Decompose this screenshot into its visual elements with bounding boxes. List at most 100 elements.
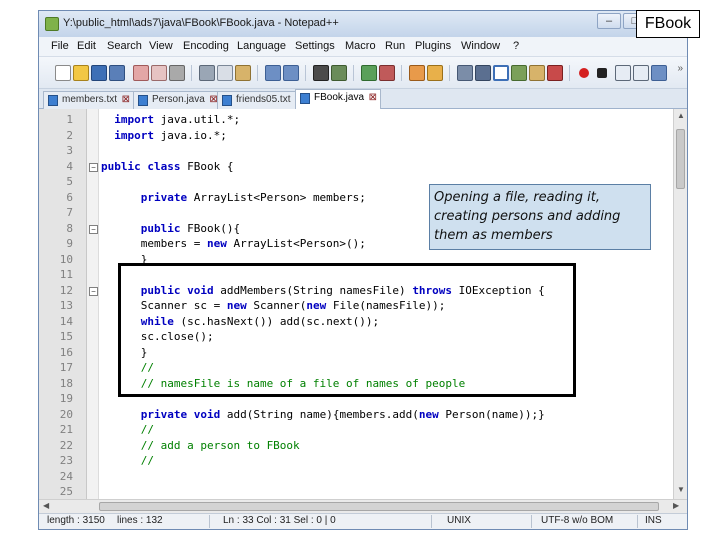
code-line: // add a person to FBook — [101, 438, 300, 452]
folder-workspace-icon[interactable] — [547, 65, 563, 81]
toolbar-separator — [191, 65, 192, 81]
file-icon — [222, 95, 232, 106]
sync-horizontal-icon[interactable] — [427, 65, 443, 81]
code-line: import java.io.*; — [114, 128, 227, 142]
print-icon[interactable] — [169, 65, 185, 81]
code-line: private ArrayList<Person> members; — [140, 190, 366, 204]
new-file-icon[interactable] — [55, 65, 71, 81]
doc-map-icon[interactable] — [511, 65, 527, 81]
save-macro-icon[interactable] — [651, 65, 667, 81]
line-number: 2 — [66, 128, 73, 142]
copy-icon[interactable] — [217, 65, 233, 81]
fold-minus-icon[interactable]: − — [89, 163, 98, 172]
tab-members-txt[interactable]: members.txt ⊠ — [43, 91, 135, 109]
line-number: 12 — [59, 283, 73, 297]
status-lines: lines : 132 — [117, 515, 163, 526]
play-macro-icon[interactable] — [615, 65, 631, 81]
notepadpp-icon — [45, 17, 59, 31]
toolbar-overflow-icon[interactable]: » — [677, 63, 683, 74]
save-all-icon[interactable] — [109, 65, 125, 81]
status-encoding: UTF-8 w/o BOM — [541, 515, 614, 526]
menu-edit[interactable]: Edit — [77, 40, 96, 52]
menu-help[interactable]: ? — [513, 40, 519, 52]
show-all-chars-icon[interactable] — [475, 65, 491, 81]
redo-icon[interactable] — [283, 65, 299, 81]
scroll-left-icon[interactable]: ◀ — [43, 501, 49, 510]
code-line: // — [101, 423, 154, 436]
code-line: // — [101, 454, 154, 467]
line-number: 6 — [66, 190, 73, 204]
tab-close-icon[interactable]: ⊠ — [122, 92, 130, 108]
indent-guide-icon[interactable] — [493, 65, 509, 81]
close-all-icon[interactable] — [151, 65, 167, 81]
menu-encoding[interactable]: Encoding — [183, 40, 229, 52]
menu-window[interactable]: Window — [461, 40, 500, 52]
tab-fbook-java[interactable]: FBook.java ⊠ — [295, 89, 382, 109]
tab-close-icon[interactable]: ⊠ — [369, 90, 377, 106]
close-file-icon[interactable] — [133, 65, 149, 81]
line-number: 1 — [66, 113, 73, 126]
function-list-icon[interactable] — [529, 65, 545, 81]
status-separator — [431, 515, 432, 528]
line-number: 16 — [59, 345, 73, 359]
cut-icon[interactable] — [199, 65, 215, 81]
line-number: 20 — [59, 407, 73, 421]
horizontal-scrollbar[interactable]: ◀ ▶ — [39, 499, 687, 513]
tab-person-java[interactable]: Person.java ⊠ — [133, 91, 222, 109]
tab-label: friends05.txt — [236, 94, 291, 105]
vertical-scrollbar[interactable]: ▲ ▼ — [673, 109, 687, 499]
save-icon[interactable] — [91, 65, 107, 81]
open-file-icon[interactable] — [73, 65, 89, 81]
toolbar-separator — [401, 65, 402, 81]
slide-title: FBook — [636, 10, 700, 38]
undo-icon[interactable] — [265, 65, 281, 81]
line-number: 9 — [66, 237, 73, 250]
menu-search[interactable]: Search — [107, 40, 142, 52]
line-number: 8 — [66, 221, 73, 235]
run-macro-multiple-icon[interactable] — [633, 65, 649, 81]
sync-vertical-icon[interactable] — [409, 65, 425, 81]
word-wrap-icon[interactable] — [457, 65, 473, 81]
file-icon — [48, 95, 58, 106]
code-line: members = new ArrayList<Person>(); — [101, 237, 366, 250]
window-title: Y:\public_html\ads7\java\FBook\FBook.jav… — [63, 17, 339, 29]
line-number: 24 — [59, 469, 73, 483]
line-number: 21 — [59, 423, 73, 436]
line-number: 22 — [59, 438, 73, 452]
vertical-scroll-thumb[interactable] — [676, 129, 685, 189]
tab-label: FBook.java — [314, 92, 365, 103]
line-number: 15 — [59, 330, 73, 343]
zoom-in-icon[interactable] — [361, 65, 377, 81]
minimize-button[interactable]: – — [597, 13, 621, 29]
tab-friends05-txt[interactable]: friends05.txt ⊠ — [217, 91, 308, 109]
scroll-up-icon[interactable]: ▲ — [677, 111, 685, 120]
replace-icon[interactable] — [331, 65, 347, 81]
paste-icon[interactable] — [235, 65, 251, 81]
line-number: 17 — [59, 361, 73, 374]
record-macro-icon[interactable] — [579, 68, 589, 78]
menu-plugins[interactable]: Plugins — [415, 40, 451, 52]
line-number: 13 — [59, 299, 73, 312]
scroll-right-icon[interactable]: ▶ — [673, 501, 679, 510]
menu-language[interactable]: Language — [237, 40, 286, 52]
menu-file[interactable]: File — [51, 40, 69, 52]
horizontal-scroll-thumb[interactable] — [99, 502, 659, 511]
fold-minus-icon[interactable]: − — [89, 287, 98, 296]
file-icon — [138, 95, 148, 106]
zoom-out-icon[interactable] — [379, 65, 395, 81]
menu-macro[interactable]: Macro — [345, 40, 376, 52]
status-position: Ln : 33 Col : 31 Sel : 0 | 0 — [223, 515, 336, 526]
fold-minus-icon[interactable]: − — [89, 225, 98, 234]
stop-macro-icon[interactable] — [597, 68, 607, 78]
menu-view[interactable]: View — [149, 40, 173, 52]
find-icon[interactable] — [313, 65, 329, 81]
line-number: 10 — [59, 252, 73, 266]
scroll-down-icon[interactable]: ▼ — [677, 485, 685, 494]
toolbar-separator — [353, 65, 354, 81]
toolbar-separator — [257, 65, 258, 81]
status-length: length : 3150 — [47, 515, 105, 526]
status-eol: UNIX — [447, 515, 471, 526]
tab-bar: members.txt ⊠ Person.java ⊠ friends05.tx… — [39, 89, 687, 109]
menu-settings[interactable]: Settings — [295, 40, 335, 52]
menu-run[interactable]: Run — [385, 40, 405, 52]
